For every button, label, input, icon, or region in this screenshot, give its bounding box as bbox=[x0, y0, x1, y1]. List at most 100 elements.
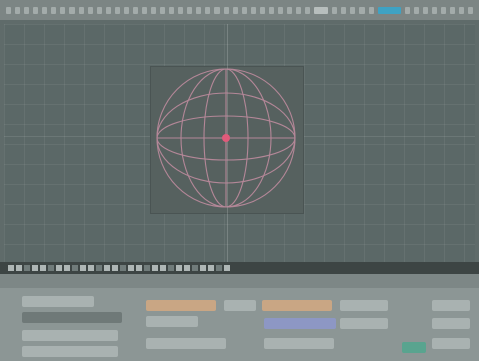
menu-item[interactable] bbox=[359, 6, 365, 14]
timeline-frame[interactable] bbox=[104, 265, 110, 271]
panel-button[interactable] bbox=[340, 318, 388, 329]
menu-item[interactable] bbox=[123, 6, 129, 14]
menu-item[interactable] bbox=[314, 6, 329, 14]
timeline-frame[interactable] bbox=[32, 265, 38, 271]
timeline-frame[interactable] bbox=[208, 265, 214, 271]
menu-item[interactable] bbox=[60, 6, 66, 14]
timeline-frame[interactable] bbox=[168, 265, 174, 271]
menu-item[interactable] bbox=[241, 6, 247, 14]
menu-item[interactable] bbox=[24, 6, 30, 14]
timeline-frame[interactable] bbox=[80, 265, 86, 271]
timeline-frame[interactable] bbox=[200, 265, 206, 271]
panel-button[interactable] bbox=[224, 300, 256, 311]
menu-item[interactable] bbox=[286, 6, 292, 14]
object-origin bbox=[222, 134, 230, 142]
menu-item[interactable] bbox=[78, 6, 84, 14]
timeline-frame[interactable] bbox=[64, 265, 70, 271]
panel-field[interactable] bbox=[22, 296, 94, 307]
menu-item[interactable] bbox=[87, 6, 93, 14]
timeline-frame[interactable] bbox=[224, 265, 230, 271]
timeline-frame[interactable] bbox=[40, 265, 46, 271]
timeline-frame[interactable] bbox=[120, 265, 126, 271]
timeline-frame[interactable] bbox=[152, 265, 158, 271]
menu-item[interactable] bbox=[350, 6, 356, 14]
menu-item[interactable] bbox=[250, 6, 256, 14]
menu-item[interactable] bbox=[404, 6, 410, 14]
status-bar bbox=[0, 274, 479, 288]
menu-item[interactable] bbox=[33, 6, 39, 14]
menu-item[interactable] bbox=[160, 6, 166, 14]
timeline-frame[interactable] bbox=[96, 265, 102, 271]
menu-item[interactable] bbox=[132, 6, 138, 14]
menu-item[interactable] bbox=[341, 6, 347, 14]
panel-button[interactable] bbox=[146, 338, 226, 349]
panel-button[interactable] bbox=[340, 300, 388, 311]
panel-field[interactable] bbox=[22, 330, 118, 341]
panel-button[interactable] bbox=[264, 318, 336, 329]
menu-item[interactable] bbox=[441, 6, 447, 14]
menu-item[interactable] bbox=[259, 6, 265, 14]
menu-item[interactable] bbox=[232, 6, 238, 14]
timeline-frame[interactable] bbox=[16, 265, 22, 271]
timeline-frame[interactable] bbox=[112, 265, 118, 271]
menu-item[interactable] bbox=[187, 6, 193, 14]
menu-item[interactable] bbox=[450, 6, 456, 14]
menu-item[interactable] bbox=[422, 6, 429, 14]
panel-field[interactable] bbox=[22, 312, 122, 323]
menu-item[interactable] bbox=[15, 6, 21, 14]
timeline-frame[interactable] bbox=[216, 265, 222, 271]
sphere-object[interactable] bbox=[150, 66, 302, 212]
menu-item[interactable] bbox=[96, 6, 102, 14]
timeline-frame[interactable] bbox=[24, 265, 30, 271]
menu-item[interactable] bbox=[296, 6, 302, 14]
panel-button[interactable] bbox=[262, 300, 332, 311]
menu-item[interactable] bbox=[468, 6, 474, 14]
panel-field[interactable] bbox=[22, 346, 118, 357]
menu-item[interactable] bbox=[268, 6, 274, 14]
3d-viewport[interactable] bbox=[4, 24, 475, 262]
panel-button[interactable] bbox=[264, 338, 334, 349]
timeline-frame[interactable] bbox=[192, 265, 198, 271]
menu-item[interactable] bbox=[368, 6, 374, 14]
menu-item[interactable] bbox=[214, 6, 220, 14]
menu-item[interactable] bbox=[413, 6, 419, 14]
menu-item[interactable] bbox=[196, 6, 202, 14]
panel-button[interactable] bbox=[432, 318, 470, 329]
panel-button[interactable] bbox=[146, 300, 216, 311]
menu-item[interactable] bbox=[223, 6, 229, 14]
timeline-frame[interactable] bbox=[88, 265, 94, 271]
menu-item[interactable] bbox=[169, 6, 175, 14]
menu-item[interactable] bbox=[305, 6, 311, 14]
timeline-frame[interactable] bbox=[56, 265, 62, 271]
timeline-frame[interactable] bbox=[160, 265, 166, 271]
panel-button[interactable] bbox=[146, 316, 198, 327]
menu-item[interactable] bbox=[141, 6, 147, 14]
menu-item[interactable] bbox=[205, 6, 211, 14]
menu-item[interactable] bbox=[6, 6, 12, 14]
menu-item[interactable] bbox=[105, 6, 111, 14]
menu-item[interactable] bbox=[114, 6, 120, 14]
timeline-frame[interactable] bbox=[136, 265, 142, 271]
menu-item[interactable] bbox=[332, 6, 338, 14]
menu-item[interactable] bbox=[277, 6, 283, 14]
timeline-frame[interactable] bbox=[144, 265, 150, 271]
timeline-frame[interactable] bbox=[176, 265, 182, 271]
timeline-frame[interactable] bbox=[48, 265, 54, 271]
menu-item[interactable] bbox=[459, 6, 465, 14]
active-menu-item[interactable] bbox=[377, 6, 401, 14]
panel-button[interactable] bbox=[432, 338, 470, 349]
properties-panel bbox=[0, 288, 479, 361]
timeline-frame[interactable] bbox=[184, 265, 190, 271]
menu-item[interactable] bbox=[178, 6, 184, 14]
timeline[interactable] bbox=[0, 262, 479, 274]
menu-item[interactable] bbox=[151, 6, 157, 14]
menu-item[interactable] bbox=[69, 6, 75, 14]
timeline-frame[interactable] bbox=[8, 265, 14, 271]
menu-item[interactable] bbox=[432, 6, 438, 14]
panel-button[interactable] bbox=[432, 300, 470, 311]
menu-item[interactable] bbox=[42, 6, 48, 14]
menu-item[interactable] bbox=[51, 6, 57, 14]
panel-button[interactable] bbox=[402, 342, 426, 353]
timeline-frame[interactable] bbox=[128, 265, 134, 271]
timeline-frame[interactable] bbox=[72, 265, 78, 271]
